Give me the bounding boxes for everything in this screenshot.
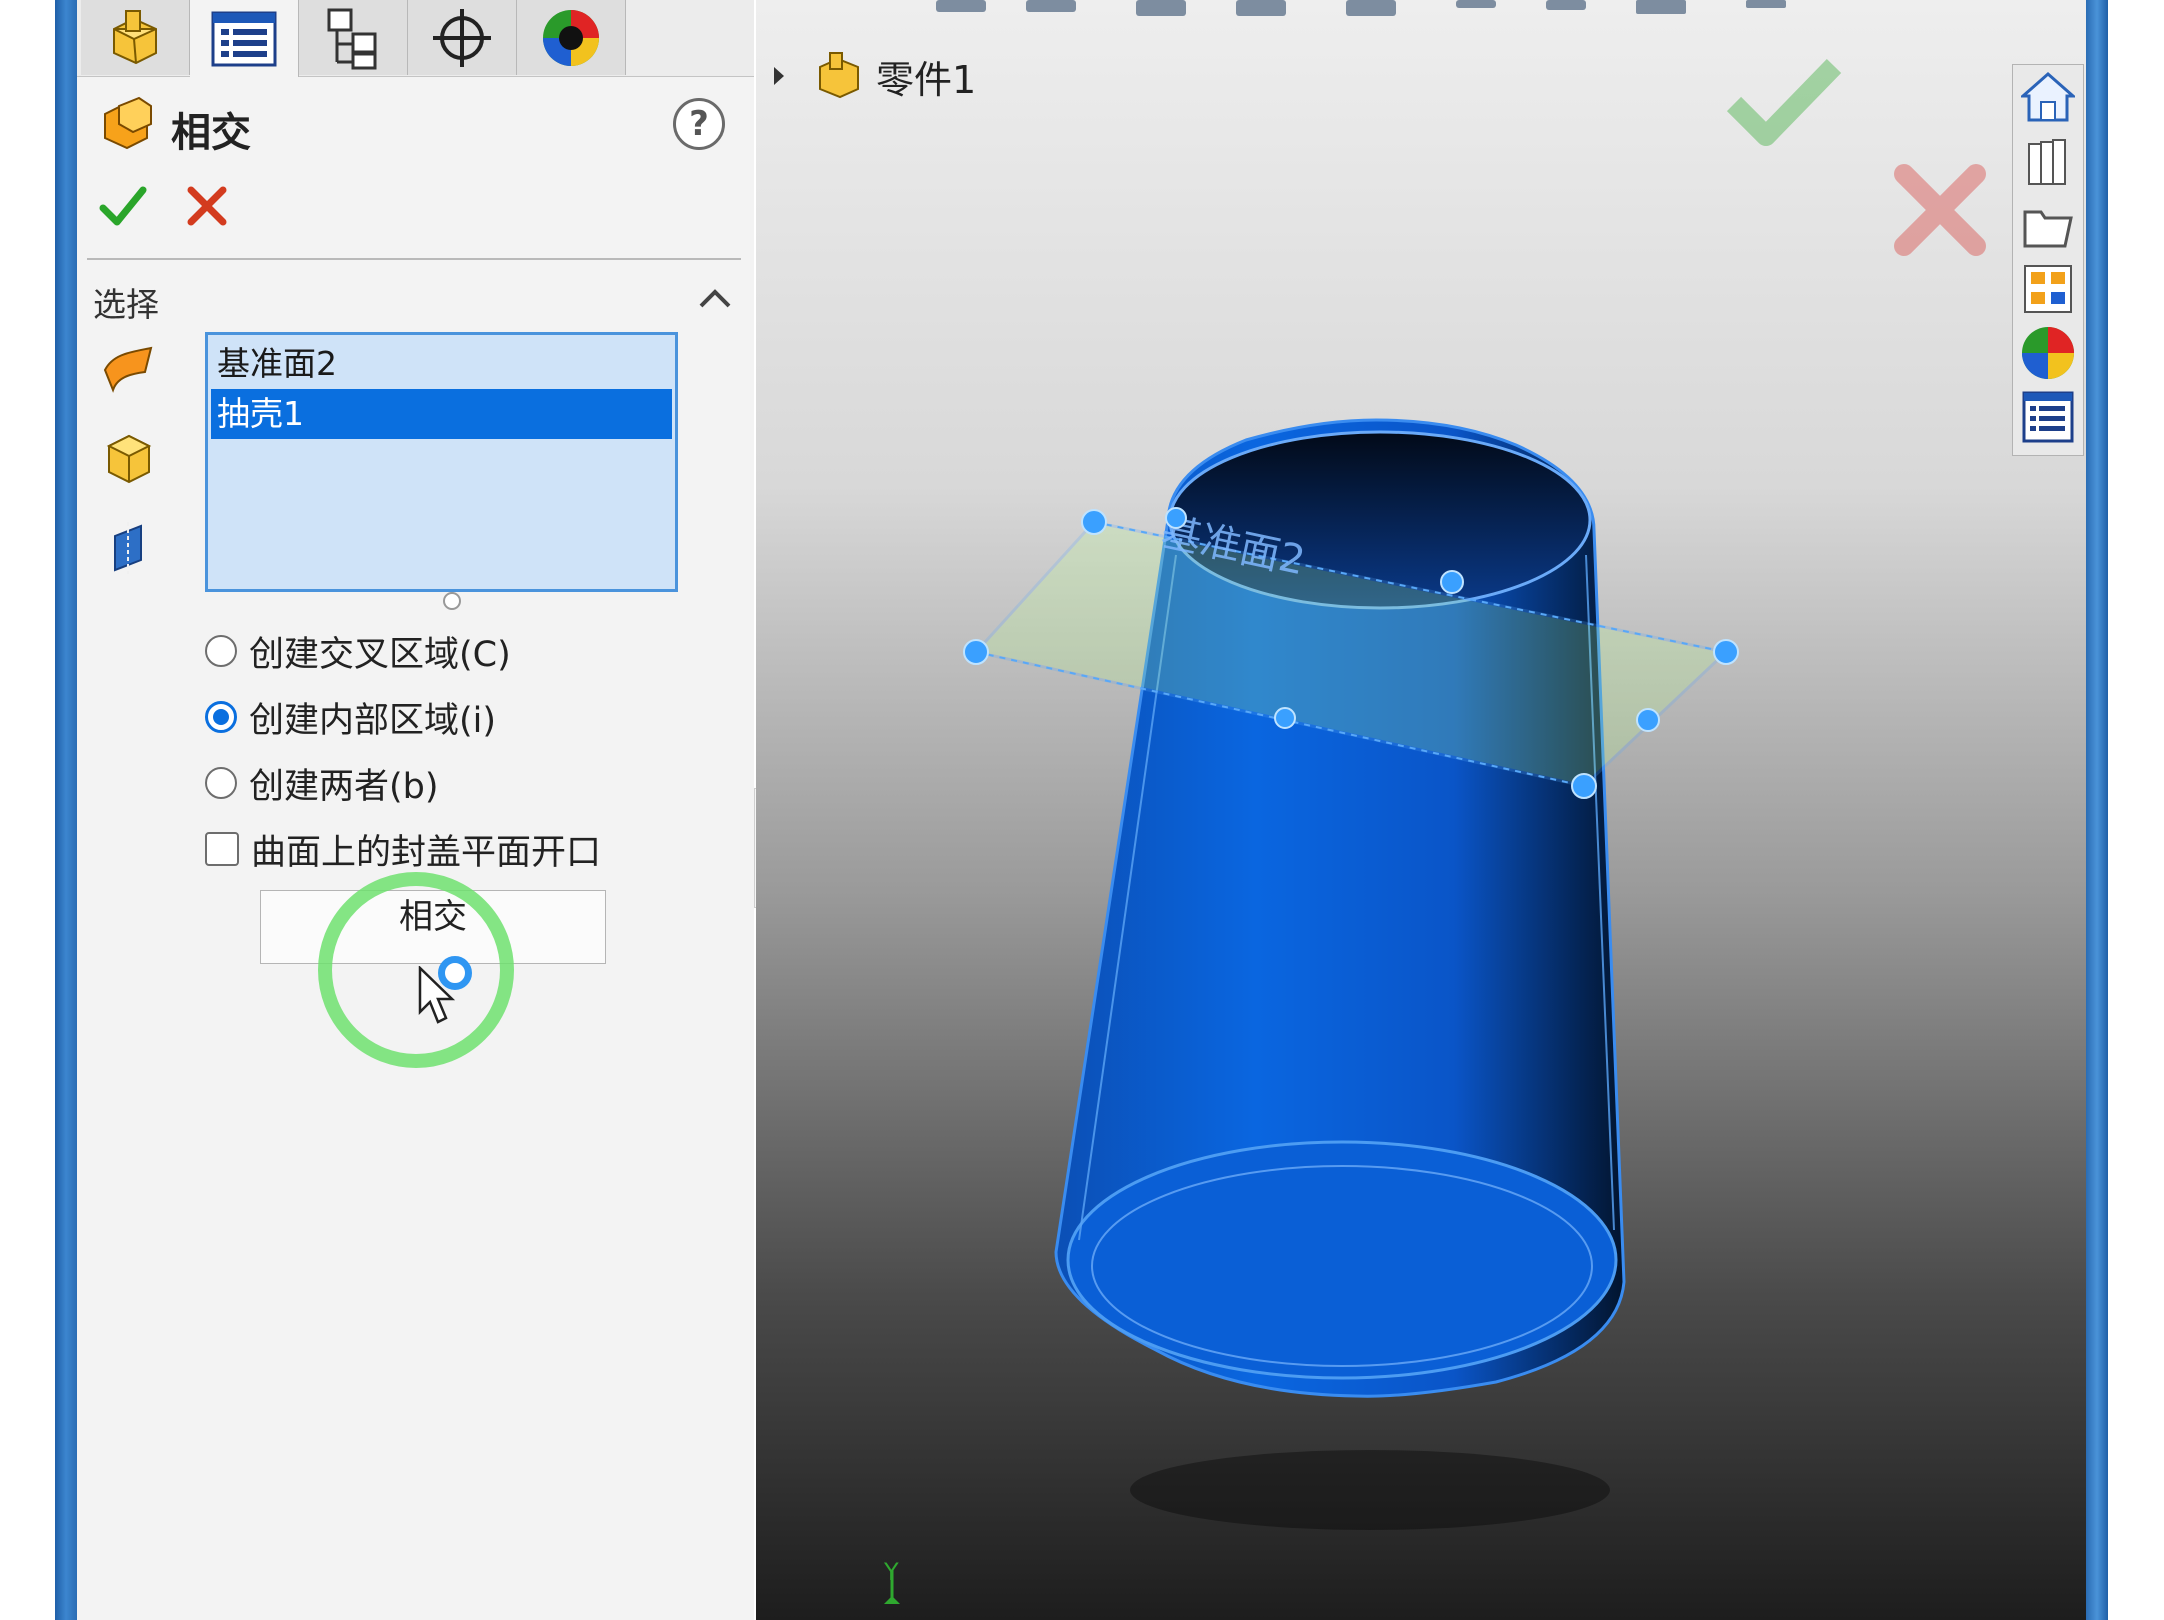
axis-y-label: Y <box>883 1558 899 1586</box>
radio-label: 创建内部区域(i) <box>249 700 497 741</box>
task-pane-toolbar <box>2012 64 2084 456</box>
surface-body-icon <box>103 346 153 393</box>
selection-list[interactable]: 基准面2 抽壳1 <box>205 332 678 592</box>
library-books-icon <box>2028 139 2066 185</box>
property-manager-icon <box>211 11 277 66</box>
property-manager-title: 相交 <box>171 110 251 156</box>
mouse-pointer-icon <box>418 966 456 1024</box>
manager-tabstrip <box>77 0 754 77</box>
cancel-x-icon[interactable] <box>181 180 233 232</box>
radio-create-cross[interactable]: 创建交叉区域(C) <box>205 626 511 676</box>
custom-properties-button[interactable] <box>2018 387 2078 447</box>
tab-display-manager[interactable] <box>517 0 626 75</box>
radio-button[interactable] <box>205 635 237 667</box>
chevron-up-icon[interactable] <box>695 278 735 318</box>
tab-configuration-manager[interactable] <box>299 0 408 75</box>
dimxpert-manager-icon <box>433 8 491 67</box>
radio-label: 创建交叉区域(C) <box>249 634 511 675</box>
list-item[interactable]: 基准面2 <box>211 339 672 389</box>
tab-feature-manager[interactable] <box>81 0 190 75</box>
window-frame-left <box>55 0 77 1620</box>
property-manager-panel: 相交 ? 选择 基准面2 抽壳1 创建交叉区域(C) 创建内部区域(i) 创建两… <box>77 0 754 1620</box>
checkbox-cap-planar[interactable]: 曲面上的封盖平面开口 <box>205 824 601 874</box>
plane-icon <box>114 522 142 574</box>
shadow <box>1130 1450 1610 1530</box>
view-palette-icon <box>2024 265 2072 313</box>
list-item-selected[interactable]: 抽壳1 <box>211 389 672 439</box>
list-resize-handle[interactable] <box>443 592 461 610</box>
cylinder-shell-model[interactable]: 基准面2 Y <box>756 0 2086 1620</box>
axis-triad: Y <box>883 1558 900 1604</box>
appearances-button[interactable] <box>2018 323 2078 383</box>
radio-label: 创建两者(b) <box>249 766 439 807</box>
radio-button[interactable] <box>205 767 237 799</box>
ok-check-icon[interactable] <box>97 180 149 232</box>
tab-property-manager[interactable] <box>190 0 299 77</box>
cone-bottom-face[interactable] <box>1066 1140 1618 1380</box>
design-library-button[interactable] <box>2018 131 2078 191</box>
click-highlight-ring <box>318 872 514 1068</box>
section-divider <box>87 258 741 260</box>
tab-dimxpert-manager[interactable] <box>408 0 517 75</box>
home-icon <box>2021 72 2075 122</box>
checkbox[interactable] <box>205 832 239 866</box>
checkbox-label: 曲面上的封盖平面开口 <box>251 832 602 873</box>
window-frame-right <box>2086 0 2108 1620</box>
configuration-manager-icon <box>327 8 377 69</box>
radio-create-internal[interactable]: 创建内部区域(i) <box>205 692 496 742</box>
display-manager-icon <box>543 9 599 66</box>
help-button[interactable]: ? <box>673 98 725 150</box>
file-explorer-button[interactable] <box>2018 195 2078 255</box>
folder-icon <box>2023 210 2073 248</box>
intersect-feature-icon <box>104 96 152 150</box>
view-palette-button[interactable] <box>2018 259 2078 319</box>
solid-body-icon <box>106 434 152 484</box>
feature-manager-icon <box>113 9 157 64</box>
home-button[interactable] <box>2018 67 2078 127</box>
radio-create-both[interactable]: 创建两者(b) <box>205 758 439 808</box>
radio-button-selected[interactable] <box>205 701 237 733</box>
appearance-ball-icon <box>2022 327 2074 379</box>
graphics-viewport[interactable]: 零件1 基准面2 Y <box>756 0 2086 1620</box>
properties-list-icon <box>2022 391 2074 443</box>
selection-section-title: 选择 <box>93 285 159 324</box>
